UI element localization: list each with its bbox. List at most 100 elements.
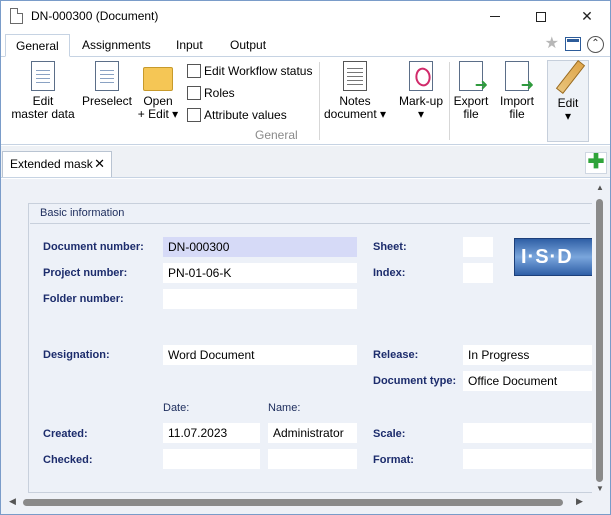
horizontal-scrollbar[interactable]: ◀ ▶: [1, 494, 592, 512]
open-edit-label: Open + Edit ▾: [137, 94, 179, 121]
scale-label: Scale:: [373, 428, 406, 440]
attribute-values-button[interactable]: Attribute values: [187, 106, 287, 124]
import-icon: [505, 61, 534, 92]
document-number-field[interactable]: DN-000300: [163, 237, 357, 257]
preselect-label: Preselect: [81, 94, 133, 108]
import-file-label: Import file: [499, 94, 534, 121]
window-layout-icon[interactable]: [565, 37, 581, 51]
workflow-icon: [187, 64, 201, 78]
preselect-button[interactable]: Preselect: [80, 61, 134, 108]
roles-button[interactable]: Roles: [187, 84, 235, 102]
sheet-field[interactable]: [463, 237, 493, 257]
created-date-field[interactable]: 11.07.2023: [163, 423, 260, 443]
maximize-button[interactable]: [518, 1, 564, 32]
edit-master-data-label: Edit master data: [11, 94, 75, 121]
favorite-star-icon[interactable]: ★: [545, 35, 559, 53]
title-bar: DN-000300 (Document) ✕: [1, 1, 610, 32]
form-area: Basic information Document number: Proje…: [1, 179, 610, 514]
name-column-label: Name:: [268, 402, 301, 414]
document-number-label: Document number:: [43, 241, 144, 253]
notes-document-label: Notes document ▾: [323, 94, 387, 121]
tab-output[interactable]: Output: [220, 34, 276, 57]
export-file-button[interactable]: Export file: [451, 61, 491, 121]
release-label: Release:: [373, 349, 419, 361]
markup-label: Mark-up ▾: [398, 94, 443, 121]
ribbon-tabs: General Assignments Input Output ★ ⌃: [1, 32, 610, 57]
edit-document-icon: [31, 61, 55, 91]
checked-date-field[interactable]: [163, 449, 260, 469]
preselect-icon: [95, 61, 119, 91]
created-label: Created:: [43, 428, 88, 440]
roles-label: Roles: [204, 86, 235, 100]
edit-button-content[interactable]: Edit ▾: [547, 61, 589, 123]
ribbon: Edit master data Preselect Open + Edit ▾…: [1, 58, 610, 145]
index-field[interactable]: [463, 263, 493, 283]
scale-field[interactable]: [463, 423, 592, 443]
notes-document-button[interactable]: Notes document ▾: [323, 61, 387, 121]
close-tab-icon[interactable]: ✕: [94, 152, 105, 176]
document-type-field[interactable]: Office Document: [463, 371, 592, 391]
sheet-label: Sheet:: [373, 241, 407, 253]
tab-assignments[interactable]: Assignments: [72, 34, 161, 57]
folder-number-label: Folder number:: [43, 293, 124, 305]
folder-icon: [143, 67, 173, 91]
edit-label: Edit ▾: [557, 96, 579, 123]
roles-icon: [187, 86, 201, 100]
edit-workflow-status-label: Edit Workflow status: [204, 64, 313, 78]
edit-workflow-status-button[interactable]: Edit Workflow status: [187, 62, 312, 80]
document-type-label: Document type:: [373, 375, 457, 387]
scroll-down-icon[interactable]: ▼: [596, 484, 604, 493]
folder-number-field[interactable]: [163, 289, 357, 309]
date-column-label: Date:: [163, 402, 190, 414]
close-icon: ✕: [581, 8, 593, 24]
collapse-ribbon-icon[interactable]: ⌃: [587, 35, 604, 53]
vertical-scroll-thumb[interactable]: [596, 199, 603, 482]
scroll-left-icon[interactable]: ◀: [9, 496, 16, 507]
extended-mask-label: Extended mask: [10, 157, 93, 171]
ribbon-separator: [449, 62, 450, 140]
markup-button[interactable]: Mark-up ▾: [394, 61, 448, 121]
markup-icon: [409, 61, 433, 91]
attribute-icon: [187, 108, 201, 122]
open-edit-button[interactable]: Open + Edit ▾: [135, 61, 181, 121]
project-number-label: Project number:: [43, 267, 128, 279]
release-field[interactable]: In Progress: [463, 345, 592, 365]
notes-icon: [343, 61, 367, 91]
isd-logo: I·S·D: [514, 238, 594, 276]
scroll-right-icon[interactable]: ▶: [576, 496, 583, 507]
created-name-field[interactable]: Administrator: [268, 423, 357, 443]
group-title: Basic information: [30, 204, 590, 224]
minimize-icon: [490, 16, 500, 17]
document-window: DN-000300 (Document) ✕ General Assignmen…: [0, 0, 611, 515]
checked-label: Checked:: [43, 454, 93, 466]
tab-general[interactable]: General: [5, 34, 70, 57]
pencil-icon: [552, 61, 584, 93]
window-title: DN-000300 (Document): [31, 9, 159, 23]
import-file-button[interactable]: Import file: [495, 61, 539, 121]
project-number-field[interactable]: PN-01-06-K: [163, 263, 357, 283]
checked-name-field[interactable]: [268, 449, 357, 469]
edit-master-data-button[interactable]: Edit master data: [9, 61, 77, 121]
close-button[interactable]: ✕: [564, 1, 610, 32]
mask-tab-bar: Extended mask ✕ ✚: [1, 146, 610, 178]
vertical-scrollbar[interactable]: ▲ ▼: [592, 179, 610, 494]
export-icon: [459, 61, 488, 92]
format-field[interactable]: [463, 449, 592, 469]
add-mask-button[interactable]: ✚: [585, 152, 607, 174]
designation-field[interactable]: Word Document: [163, 345, 357, 365]
minimize-button[interactable]: [472, 1, 518, 32]
horizontal-scroll-thumb[interactable]: [23, 499, 563, 506]
export-file-label: Export file: [453, 94, 489, 121]
document-icon: [10, 8, 23, 24]
attribute-values-label: Attribute values: [204, 108, 287, 122]
index-label: Index:: [373, 267, 406, 279]
format-label: Format:: [373, 454, 414, 466]
tab-extended-mask[interactable]: Extended mask ✕: [2, 151, 112, 177]
ribbon-separator: [319, 62, 320, 140]
ribbon-tools: ★ ⌃: [545, 35, 604, 53]
designation-label: Designation:: [43, 349, 110, 361]
ribbon-group-label: General: [255, 128, 298, 142]
tab-input[interactable]: Input: [166, 34, 213, 57]
maximize-icon: [536, 11, 546, 22]
scroll-up-icon[interactable]: ▲: [596, 183, 604, 192]
